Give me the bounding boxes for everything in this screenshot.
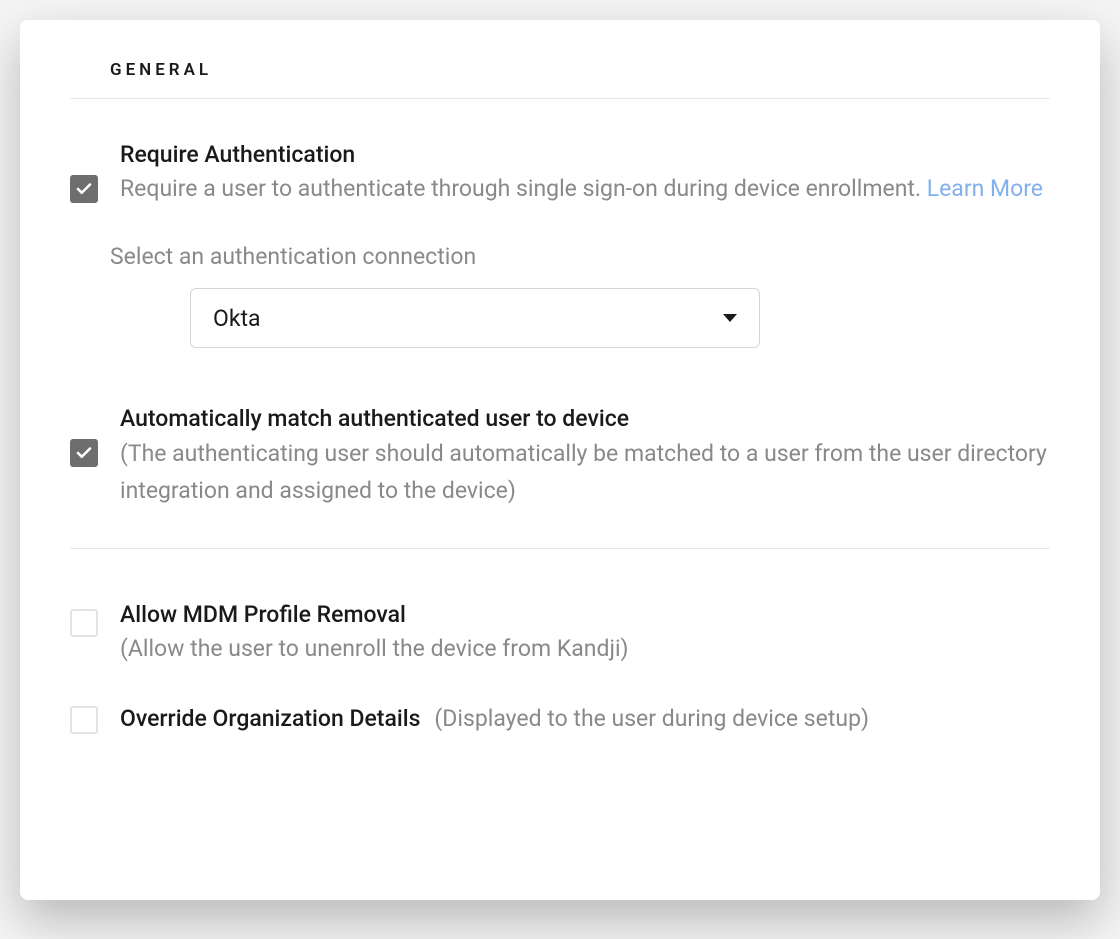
setting-auto-match: Automatically match authenticated user t… [70,403,1050,510]
auth-connection-label: Select an authentication connection [110,243,1050,270]
require-auth-checkbox[interactable] [70,175,98,203]
require-auth-title: Require Authentication [120,139,1050,170]
auto-match-description: (The authenticating user should automati… [120,436,1050,510]
learn-more-link[interactable]: Learn More [927,175,1043,202]
allow-removal-description: (Allow the user to unenroll the device f… [120,632,1050,665]
override-org-title: Override Organization Details [120,705,420,732]
auth-connection-select[interactable]: Okta [190,288,760,348]
auth-connection-select-wrap: Okta [190,288,1050,348]
override-org-checkbox[interactable] [70,706,98,734]
allow-removal-content: Allow MDM Profile Removal (Allow the use… [120,599,1050,665]
check-icon [75,180,93,198]
setting-require-authentication: Require Authentication Require a user to… [70,139,1050,205]
require-auth-content: Require Authentication Require a user to… [120,139,1050,205]
general-settings-panel: GENERAL Require Authentication Require a… [20,20,1100,900]
allow-removal-title: Allow MDM Profile Removal [120,599,1050,630]
section-divider [70,548,1050,549]
setting-allow-removal: Allow MDM Profile Removal (Allow the use… [70,599,1050,665]
allow-removal-checkbox[interactable] [70,609,98,637]
override-org-description: (Displayed to the user during device set… [434,705,869,732]
require-auth-description: Require a user to authenticate through s… [120,172,1050,205]
auth-connection-value: Okta [213,305,261,332]
override-org-content: Override Organization Details (Displayed… [120,703,869,734]
section-header: GENERAL [70,60,1050,99]
check-icon [75,444,93,462]
chevron-down-icon [723,314,737,322]
auto-match-content: Automatically match authenticated user t… [120,403,1050,510]
auto-match-title: Automatically match authenticated user t… [120,403,1050,434]
auto-match-checkbox[interactable] [70,439,98,467]
setting-override-org: Override Organization Details (Displayed… [70,703,1050,734]
